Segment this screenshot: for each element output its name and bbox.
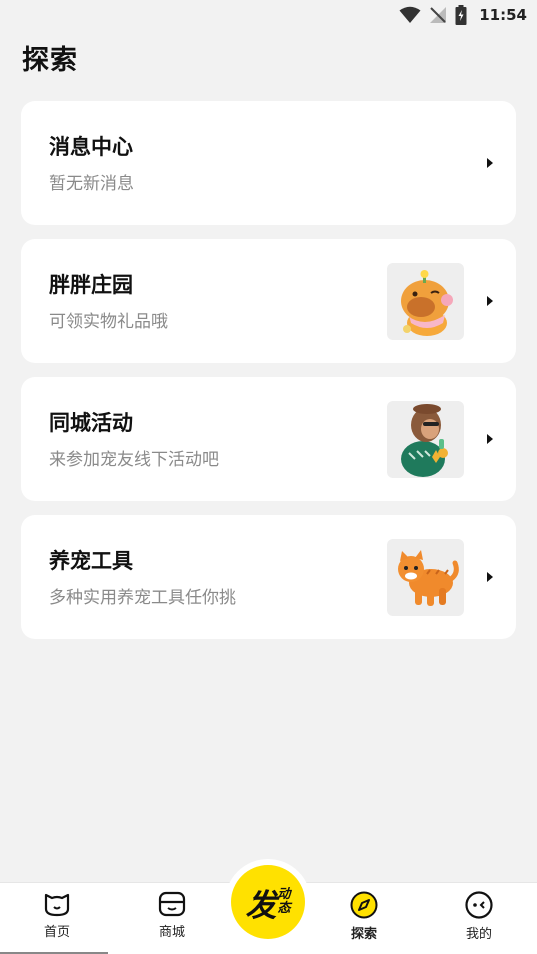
monkey-mascot-image: [387, 401, 464, 478]
tab-label: 我的: [465, 927, 492, 942]
shop-icon: [158, 891, 186, 917]
publish-label-main: 发: [245, 887, 277, 924]
tab-label: 探索: [350, 927, 377, 942]
publish-label-side: 动 态: [277, 888, 290, 916]
page-title: 探索: [22, 45, 78, 76]
triangle-right-icon: [487, 434, 493, 444]
card-title: 养宠工具: [49, 549, 133, 573]
message-center-card[interactable]: 消息中心 暂无新消息: [21, 101, 516, 225]
publish-post-button[interactable]: 发 动 态: [231, 865, 305, 939]
triangle-right-icon: [487, 572, 493, 582]
pangpang-manor-card[interactable]: 胖胖庄园 可领实物礼品哦: [21, 239, 516, 363]
triangle-right-icon: [487, 296, 493, 306]
capybara-mascot-image: [387, 263, 464, 340]
battery-charging-icon: [455, 5, 467, 25]
publish-label-char: 动: [277, 887, 291, 902]
local-events-card[interactable]: 同城活动 来参加宠友线下活动吧: [21, 377, 516, 501]
face-icon: [465, 891, 493, 919]
card-title: 同城活动: [49, 411, 133, 435]
card-title: 胖胖庄园: [49, 273, 133, 297]
card-subtitle: 来参加宠友线下活动吧: [49, 450, 219, 470]
explore-screen: 11:54 探索 消息中心 暂无新消息 胖胖庄园 可领实物礼品哦 同城活动 来参…: [0, 0, 537, 954]
tab-label: 商城: [158, 925, 185, 940]
compass-icon: [350, 891, 378, 919]
publish-label-char: 态: [277, 901, 291, 916]
tab-explore[interactable]: 探索: [334, 891, 394, 947]
tab-home[interactable]: 首页: [27, 891, 87, 947]
tab-label: 首页: [43, 925, 70, 940]
no-signal-icon: [429, 6, 447, 24]
tab-mall[interactable]: 商城: [142, 891, 202, 947]
status-time: 11:54: [479, 6, 527, 24]
orange-cat-image: [387, 539, 464, 616]
pet-tools-card[interactable]: 养宠工具 多种实用养宠工具任你挑: [21, 515, 516, 639]
wifi-icon: [399, 6, 421, 24]
card-subtitle: 多种实用养宠工具任你挑: [49, 588, 236, 608]
cat-face-icon: [44, 893, 70, 917]
card-subtitle: 暂无新消息: [49, 174, 134, 194]
card-subtitle: 可领实物礼品哦: [49, 312, 168, 332]
card-title: 消息中心: [49, 135, 133, 159]
tab-mine[interactable]: 我的: [449, 891, 509, 947]
status-bar: 11:54: [0, 0, 537, 30]
triangle-right-icon: [487, 158, 493, 168]
